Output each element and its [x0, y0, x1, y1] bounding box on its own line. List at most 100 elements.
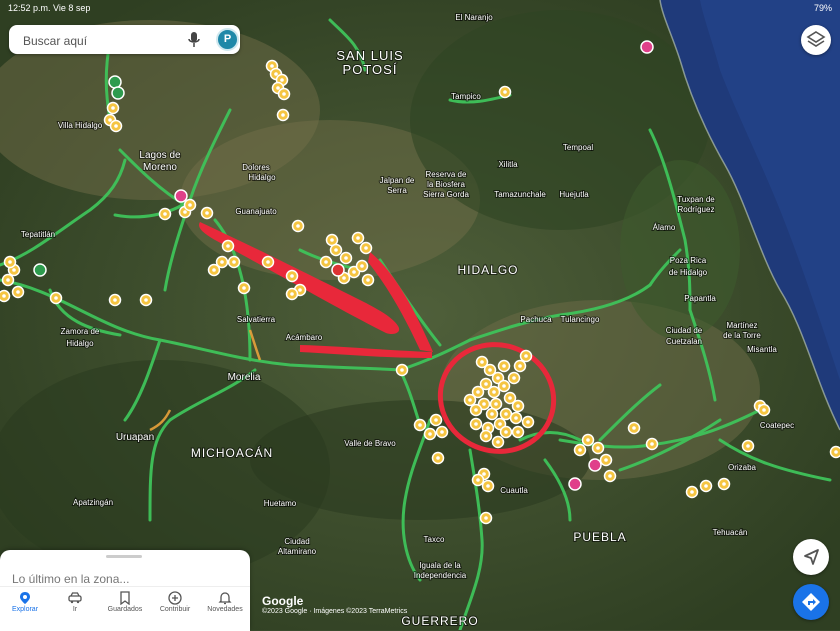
state-label: GUERRERO — [401, 614, 478, 628]
pin-center — [482, 472, 486, 476]
city-label: Jalpan de — [380, 176, 415, 185]
pin-center — [334, 248, 338, 252]
search-bar[interactable]: P — [9, 25, 240, 54]
layers-icon — [801, 25, 831, 55]
pin-center — [108, 118, 112, 122]
pin-center — [586, 438, 590, 442]
pin-center — [356, 236, 360, 240]
sheet-drag-handle[interactable] — [106, 555, 142, 558]
city-label: Orizaba — [728, 463, 757, 472]
tab-novedades[interactable]: Novedades — [200, 587, 250, 631]
avatar[interactable]: P — [216, 28, 239, 51]
park-marker-icon[interactable] — [34, 264, 46, 276]
pin-center — [270, 64, 274, 68]
city-label: Serra — [387, 186, 407, 195]
pin-center — [512, 376, 516, 380]
restaurant-marker-icon[interactable] — [332, 264, 344, 276]
pin-center — [226, 244, 230, 248]
bottom-tab-bar: Explorar Ir Guardados Contribuir Novedad… — [0, 586, 250, 631]
status-time: 12:52 p.m. Vie 8 sep — [8, 3, 90, 13]
state-label: MICHOACÁN — [191, 445, 273, 460]
city-label: Villa Hidalgo — [58, 121, 103, 130]
tab-label: Contribuir — [150, 606, 200, 613]
city-label: Valle de Bravo — [344, 439, 396, 448]
pin-center — [111, 106, 115, 110]
city-label: Huejutla — [559, 190, 589, 199]
pin-center — [596, 446, 600, 450]
status-bar: 12:52 p.m. Vie 8 sep 79% — [8, 3, 832, 15]
city-label: Tamazunchale — [494, 190, 546, 199]
satellite-map[interactable]: SAN LUISPOTOSÍHIDALGOMICHOACÁNPUEBLAGUER… — [0, 0, 840, 630]
pin-center — [503, 90, 507, 94]
pin-center — [484, 382, 488, 386]
city-label: Huetamo — [264, 499, 297, 508]
pin-center — [508, 396, 512, 400]
search-input[interactable] — [21, 30, 185, 51]
city-label: Cuetzalan — [666, 337, 702, 346]
pin-center — [484, 434, 488, 438]
pin-center — [704, 484, 708, 488]
pin-center — [502, 384, 506, 388]
directions-button[interactable] — [793, 584, 829, 620]
pin-center — [440, 430, 444, 434]
park-marker-icon[interactable] — [109, 76, 121, 88]
pin-center — [498, 422, 502, 426]
tab-label: Novedades — [200, 606, 250, 613]
google-logo: Google — [262, 594, 303, 608]
park-marker-icon[interactable] — [112, 87, 124, 99]
pin-center — [496, 376, 500, 380]
tab-ir[interactable]: Ir — [50, 587, 100, 631]
microphone-icon[interactable] — [187, 31, 201, 48]
pin-center — [276, 86, 280, 90]
city-label: Guanajuato — [235, 207, 277, 216]
my-location-button[interactable] — [793, 539, 829, 575]
battery-level: 79% — [814, 3, 832, 13]
pin-center — [482, 402, 486, 406]
city-label: Salvatierra — [237, 315, 276, 324]
layers-button[interactable] — [801, 25, 831, 55]
state-label: SAN LUIS — [336, 48, 403, 63]
map-attribution: ©2023 Google · Imágenes ©2023 TerraMetri… — [262, 608, 407, 615]
city-label: Altamirano — [278, 547, 317, 556]
pin-center — [54, 296, 58, 300]
car-icon — [68, 591, 82, 605]
pin-center — [113, 298, 117, 302]
pin-center — [690, 490, 694, 494]
pin-center — [834, 450, 838, 454]
pin-center — [468, 398, 472, 402]
city-label: Tepatitlán — [21, 230, 55, 239]
pin-center — [242, 286, 246, 290]
city-label: Álamo — [653, 223, 676, 232]
pin-center — [722, 482, 726, 486]
pin-center — [632, 426, 636, 430]
bookmark-icon — [118, 591, 132, 605]
city-label: Misantla — [747, 345, 777, 354]
pin-center — [650, 442, 654, 446]
heart-marker-icon[interactable] — [175, 190, 187, 202]
city-label: Moreno — [143, 162, 177, 173]
city-label: Cuautla — [500, 486, 528, 495]
tab-explorar[interactable]: Explorar — [0, 587, 50, 631]
state-label: POTOSÍ — [343, 62, 398, 77]
pin-center — [608, 474, 612, 478]
city-label: de la Torre — [723, 331, 761, 340]
city-label: Tulancingo — [561, 315, 600, 324]
tab-label: Explorar — [0, 606, 50, 613]
pin-center — [480, 360, 484, 364]
sheet-title: Lo último en la zona... — [12, 572, 129, 586]
pin-center — [188, 203, 192, 207]
tab-contribuir[interactable]: Contribuir — [150, 587, 200, 631]
pin-center — [486, 484, 490, 488]
pin-center — [604, 458, 608, 462]
heart-marker-icon[interactable] — [569, 478, 581, 490]
pin-center — [516, 430, 520, 434]
pin-center — [490, 412, 494, 416]
tab-guardados[interactable]: Guardados — [100, 587, 150, 631]
pin-center — [144, 298, 148, 302]
heart-marker-icon[interactable] — [589, 459, 601, 471]
pin-center — [352, 270, 356, 274]
city-label: Lagos de — [139, 150, 181, 161]
heart-marker-icon[interactable] — [641, 41, 653, 53]
city-label: Dolores — [242, 163, 270, 172]
pin-center — [6, 278, 10, 282]
